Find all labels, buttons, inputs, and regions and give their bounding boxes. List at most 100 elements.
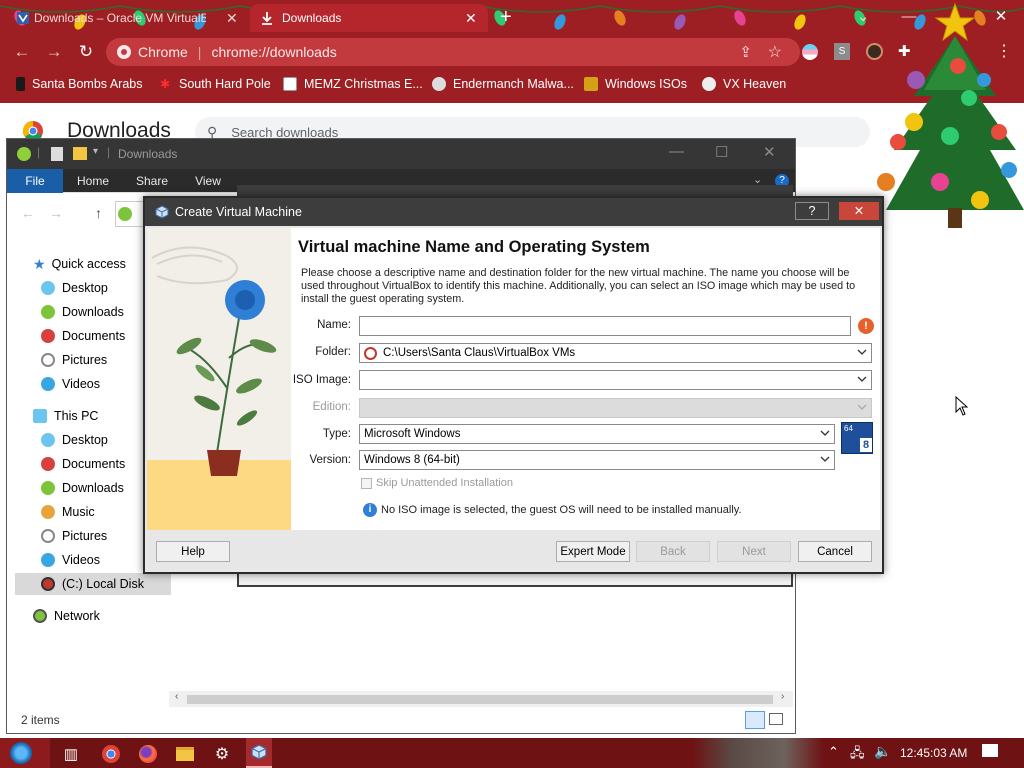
status-item-count: 2 items (21, 713, 60, 727)
start-button[interactable] (0, 738, 50, 768)
close-tab-icon[interactable]: ✕ (465, 10, 477, 27)
nav-pc-music[interactable]: Music (41, 501, 95, 523)
chevron-down-icon (820, 456, 830, 462)
edition-combobox-disabled (359, 398, 872, 418)
explorer-title-bar: | ▾ | Downloads — ☐ ✕ (7, 139, 795, 169)
ribbon-tab-file[interactable]: File (7, 169, 63, 193)
skip-unattended-checkbox[interactable] (361, 478, 372, 489)
bookmark-memz[interactable]: MEMZ Christmas E... (283, 74, 423, 94)
new-tab-icon[interactable]: + (500, 6, 512, 29)
help-button[interactable]: Help (156, 541, 230, 562)
christmas-tree-decoration (877, 2, 1024, 228)
clock[interactable]: 12:45:03 AM (900, 746, 967, 760)
virtualbox-cube-icon (155, 205, 169, 219)
forward-icon[interactable]: → (42, 40, 66, 64)
bookmark-santa-bombs[interactable]: Santa Bombs Arabs (16, 74, 142, 94)
nav-this-pc[interactable]: This PC (33, 405, 98, 427)
ribbon-tab-home[interactable]: Home (69, 169, 117, 193)
close-window-button[interactable]: ✕ (763, 143, 776, 161)
virtualbox-taskbar-icon[interactable] (246, 738, 272, 768)
folder-icon (176, 747, 194, 761)
bookmark-icon (16, 77, 25, 91)
cancel-button[interactable]: Cancel (798, 541, 872, 562)
extension-s-icon[interactable]: S (834, 43, 850, 60)
network-icon[interactable]: 🖧 (850, 744, 865, 766)
scroll-right-icon[interactable]: › (781, 691, 784, 702)
downloads-icon (41, 305, 55, 319)
tab-downloads[interactable]: Downloads (250, 4, 488, 32)
version-combobox[interactable]: Windows 8 (64-bit) (359, 450, 835, 470)
file-explorer-taskbar-icon[interactable] (174, 743, 196, 765)
chevron-down-icon (857, 404, 867, 410)
download-icon (262, 12, 272, 25)
new-folder-icon[interactable] (73, 147, 87, 160)
expert-mode-button[interactable]: Expert Mode (556, 541, 630, 562)
context-help-button[interactable]: ? (795, 202, 829, 220)
address-bar[interactable]: Chrome | chrome://downloads ⇪ ☆ (106, 38, 800, 66)
back-icon[interactable]: ← (10, 40, 34, 64)
name-input[interactable] (359, 316, 851, 336)
videos-icon (41, 553, 55, 567)
ribbon-tab-view[interactable]: View (185, 169, 231, 193)
nav-desktop[interactable]: Desktop (41, 277, 108, 299)
share-icon[interactable]: ⇪ (739, 43, 752, 61)
volume-icon[interactable]: 🔈 (874, 743, 891, 760)
desktop-icon (41, 281, 55, 295)
close-tab-icon[interactable]: ✕ (226, 10, 238, 27)
nav-pictures[interactable]: Pictures (41, 349, 107, 371)
up-arrow-icon[interactable]: ↑ (95, 205, 102, 221)
scrollbar-thumb[interactable] (187, 695, 773, 704)
notifications-icon[interactable] (982, 744, 998, 757)
bookmark-south-hard-pole[interactable]: ✱ South Hard Pole (158, 74, 271, 94)
bookmark-vx-heaven[interactable]: VX Heaven (702, 74, 786, 94)
chrome-taskbar-icon[interactable] (100, 743, 122, 765)
url-text: chrome://downloads (211, 44, 337, 60)
dialog-title-bar: Create Virtual Machine ? ✕ (145, 198, 882, 226)
details-view-icon[interactable] (745, 711, 765, 729)
firefox-taskbar-icon[interactable] (137, 743, 159, 765)
nav-quick-access[interactable]: ★ Quick access (33, 253, 126, 275)
nav-videos[interactable]: Videos (41, 373, 100, 395)
extension-flag-icon[interactable] (802, 44, 818, 60)
back-button[interactable]: Back (636, 541, 710, 562)
nav-pc-desktop[interactable]: Desktop (41, 429, 108, 451)
folder-combobox[interactable]: C:\Users\Santa Claus\VirtualBox VMs (359, 343, 872, 363)
task-view-icon[interactable]: ▥ (60, 743, 82, 765)
type-combobox[interactable]: Microsoft Windows (359, 424, 835, 444)
horizontal-scrollbar[interactable]: ‹ › (169, 691, 793, 707)
address-box[interactable] (115, 201, 145, 227)
chevron-down-icon[interactable]: ▾ (93, 146, 98, 157)
taskbar: ▥ ⚙ ⌃ 🖧 🔈 12:45:03 AM (0, 738, 1024, 768)
folder-label: Folder: (315, 346, 351, 358)
back-icon[interactable]: ← (21, 205, 35, 221)
nav-pc-documents[interactable]: Documents (41, 453, 125, 475)
bookmark-endermanch[interactable]: Endermanch Malwa... (432, 74, 574, 94)
maximize-button[interactable]: ☐ (715, 143, 728, 161)
nav-documents[interactable]: Documents (41, 325, 125, 347)
next-button[interactable]: Next (717, 541, 791, 562)
nav-local-disk[interactable]: (C:) Local Disk (15, 573, 171, 595)
scroll-left-icon[interactable]: ‹ (175, 691, 178, 702)
chevron-up-icon[interactable]: ⌃ (828, 744, 839, 760)
bookmark-windows-isos[interactable]: Windows ISOs (584, 74, 687, 94)
virtualbox-tab-icon (17, 12, 29, 24)
tab-virtualbox-downloads[interactable]: Downloads – Oracle VM VirtualB... (14, 4, 246, 32)
computer-icon (33, 409, 47, 423)
desktop-icon (41, 433, 55, 447)
large-icons-view-icon[interactable] (769, 713, 783, 725)
nav-pc-videos[interactable]: Videos (41, 549, 100, 571)
settings-gear-icon[interactable]: ⚙ (211, 743, 233, 765)
reload-icon[interactable]: ↻ (74, 40, 98, 64)
taskbar-wallpaper-patch (692, 738, 824, 768)
close-dialog-button[interactable]: ✕ (839, 202, 879, 220)
minimize-button[interactable]: — (669, 143, 684, 160)
nav-pc-downloads[interactable]: Downloads (41, 477, 124, 499)
ribbon-tab-share[interactable]: Share (127, 169, 177, 193)
nav-downloads[interactable]: Downloads (41, 301, 124, 323)
properties-icon[interactable] (51, 147, 63, 161)
nav-network[interactable]: Network (33, 605, 100, 627)
forward-icon[interactable]: → (49, 205, 63, 221)
nav-pc-pictures[interactable]: Pictures (41, 525, 107, 547)
iso-image-combobox[interactable] (359, 370, 872, 390)
bookmark-star-icon[interactable]: ☆ (768, 42, 782, 62)
